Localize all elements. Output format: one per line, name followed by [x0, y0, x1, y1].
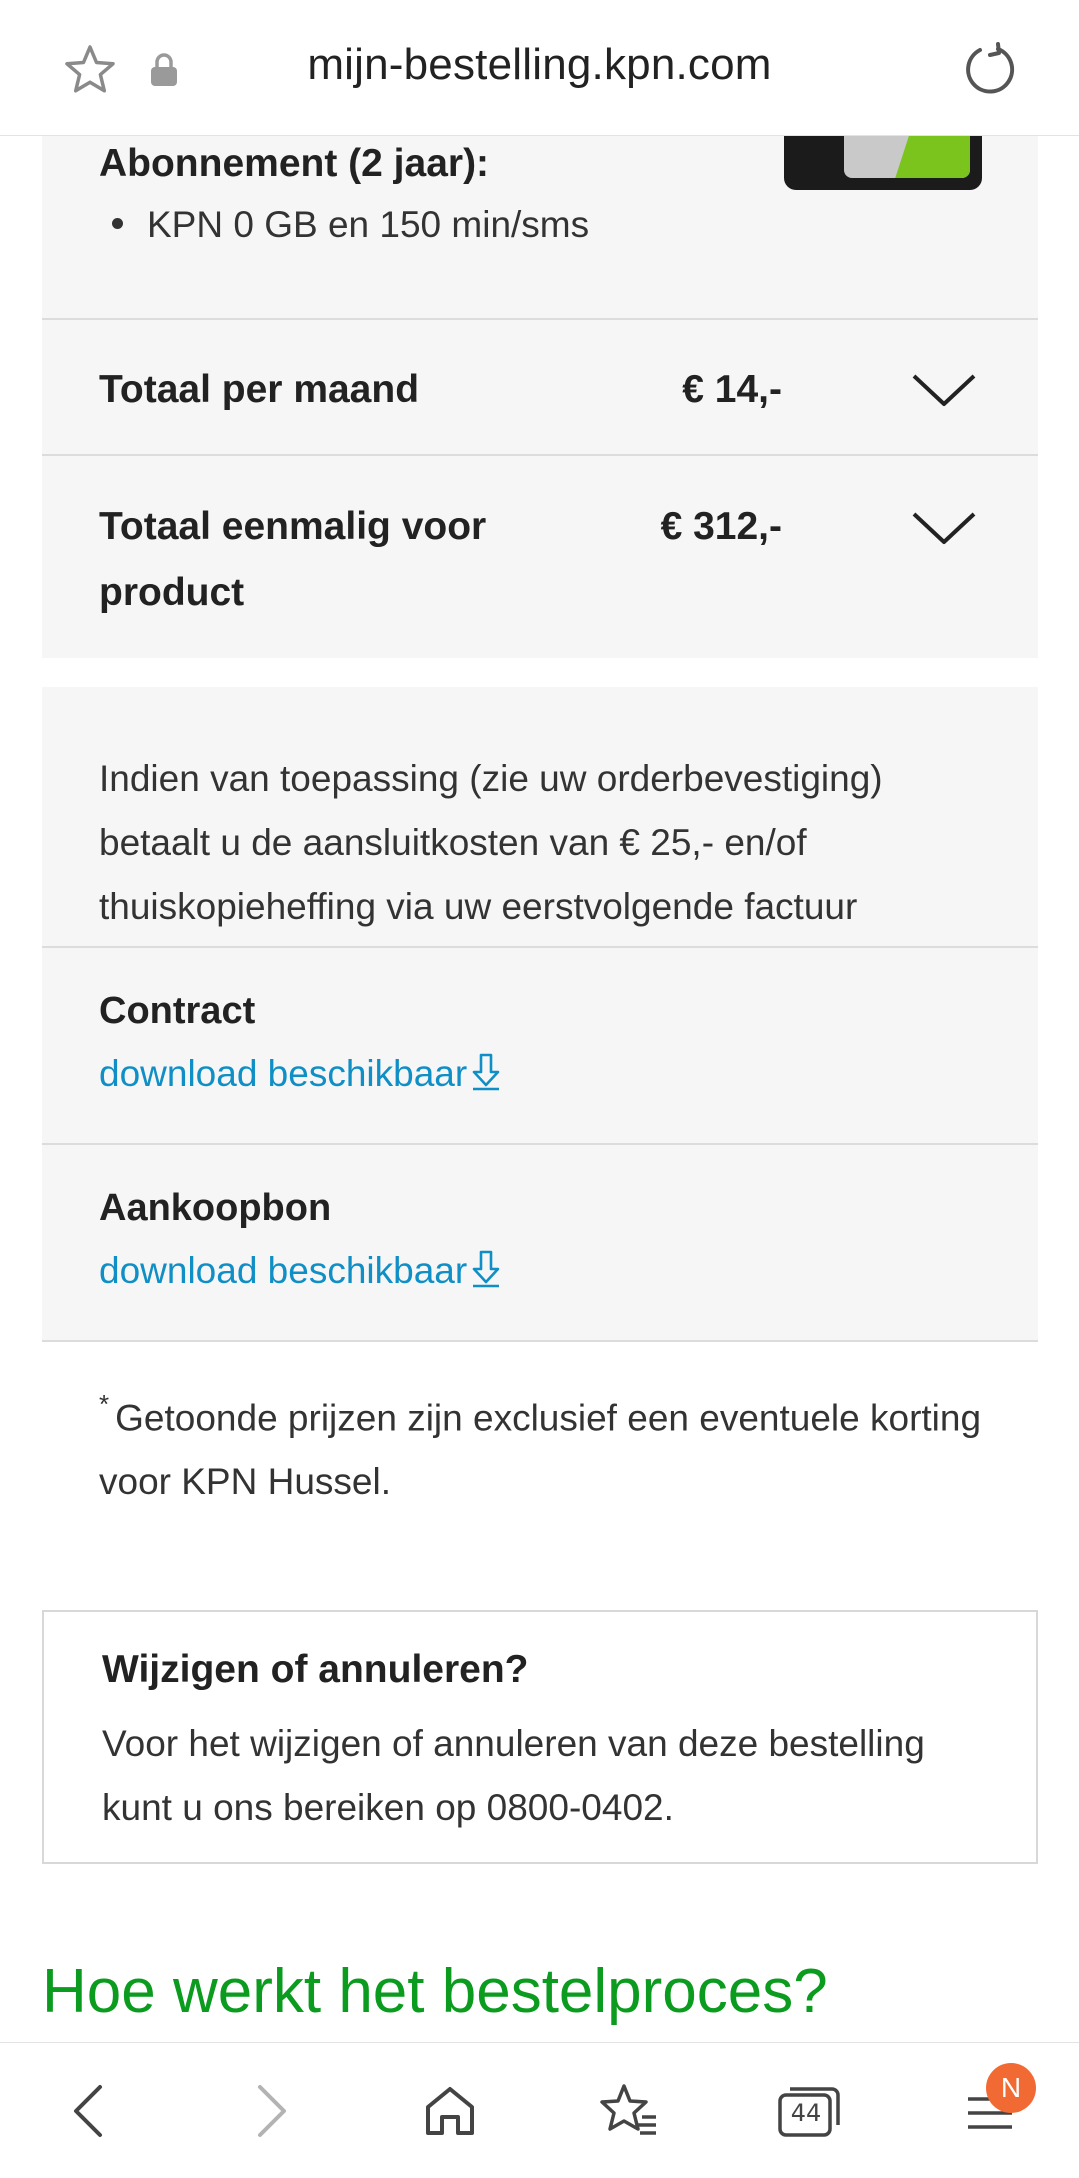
onetime-total-row[interactable]: Totaal eenmalig voor product € 312,- — [42, 454, 1038, 658]
voucher-title: Aankoopbon — [99, 1187, 332, 1229]
voucher-download-label: download beschikbaar — [99, 1250, 468, 1291]
monthly-total-label: Totaal per maand — [99, 368, 420, 411]
monthly-total-price: € 14,- — [682, 368, 782, 411]
divider — [42, 1340, 1038, 1342]
subscription-item: KPN 0 GB en 150 min/sms — [112, 204, 589, 246]
voucher-document: Aankoopbon download beschikbaar — [42, 1143, 1038, 1340]
star-icon[interactable] — [62, 42, 118, 98]
footnote-text: Getoonde prijzen zijn exclusief een even… — [99, 1397, 982, 1503]
contract-download-link[interactable]: download beschikbaar — [99, 1052, 503, 1095]
change-or-cancel-text: Voor het wijzigen of annuleren van deze … — [102, 1723, 925, 1828]
browser-bottom-bar: 44 N — [0, 2042, 1079, 2178]
back-icon — [74, 2085, 102, 2137]
onetime-total-label: Totaal eenmalig voor product — [99, 505, 487, 614]
bullet-dot — [112, 217, 123, 229]
home-icon — [426, 2087, 474, 2135]
subscription-item-text: KPN 0 GB en 150 min/sms — [147, 204, 590, 245]
chevron-down-icon[interactable] — [910, 508, 978, 548]
contract-download-label: download beschikbaar — [99, 1053, 468, 1094]
voucher-download-link[interactable]: download beschikbaar — [99, 1249, 503, 1292]
forward-icon — [258, 2085, 286, 2137]
notification-badge: N — [986, 2063, 1036, 2113]
back-button[interactable] — [48, 2073, 128, 2149]
bookmarks-icon — [600, 2084, 656, 2135]
download-icon — [472, 1053, 500, 1091]
page-content: Abonnement (2 jaar): KPN 0 GB en 150 min… — [0, 136, 1079, 2042]
bookmarks-button[interactable] — [590, 2073, 670, 2149]
forward-button[interactable] — [232, 2073, 312, 2149]
download-icon — [472, 1250, 500, 1288]
connection-costs-info: Indien van toepassing (zie uw orderbeves… — [42, 687, 1038, 947]
tab-count: 44 — [790, 2099, 822, 2127]
contract-document: Contract download beschikbaar — [42, 946, 1038, 1143]
product-image — [784, 136, 982, 190]
tabs-button[interactable]: 44 — [770, 2073, 850, 2149]
connection-costs-text: Indien van toepassing (zie uw orderbeves… — [99, 758, 883, 927]
monthly-total-row[interactable]: Totaal per maand € 14,- — [42, 318, 1038, 454]
lock-icon — [151, 53, 177, 86]
home-button[interactable] — [410, 2073, 490, 2149]
order-process-heading: Hoe werkt het bestelproces? — [42, 1957, 828, 2026]
subscription-heading: Abonnement (2 jaar): — [99, 142, 490, 185]
reload-icon[interactable] — [960, 40, 1018, 98]
footnote-marker: * — [99, 1389, 110, 1419]
chevron-down-icon[interactable] — [910, 370, 978, 410]
change-or-cancel-box: Wijzigen of annuleren? Voor het wijzigen… — [42, 1610, 1038, 1864]
browser-top-bar: mijn-bestelling.kpn.com — [0, 0, 1079, 136]
subscription-section: Abonnement (2 jaar): KPN 0 GB en 150 min… — [42, 136, 1038, 318]
change-or-cancel-title: Wijzigen of annuleren? — [102, 1648, 529, 1691]
onetime-total-price: € 312,- — [660, 505, 782, 548]
contract-title: Contract — [99, 990, 256, 1032]
price-footnote: * Getoonde prijzen zijn exclusief een eve… — [99, 1376, 999, 1514]
address-bar-url[interactable]: mijn-bestelling.kpn.com — [200, 40, 879, 90]
